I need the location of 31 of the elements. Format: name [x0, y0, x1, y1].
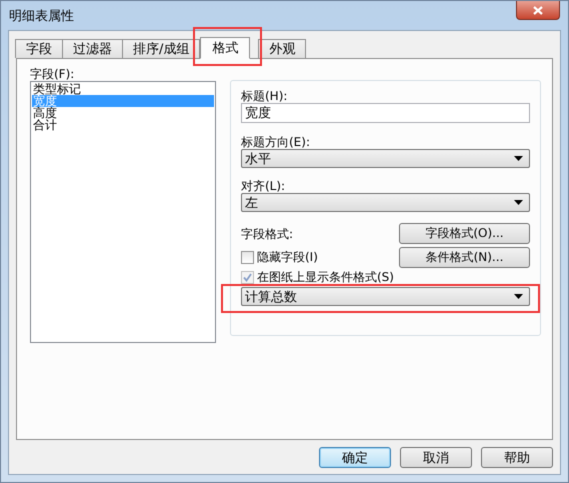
list-item[interactable]: 高度 — [32, 107, 214, 119]
heading-field[interactable]: 宽度 — [241, 103, 530, 123]
dropdown-arrow-icon — [514, 156, 523, 161]
tab[interactable]: 排序/成组 — [122, 39, 200, 58]
checkbox[interactable] — [241, 251, 254, 264]
list-item[interactable]: 合计 — [32, 119, 214, 131]
dropdown-arrow-icon — [514, 200, 523, 205]
list-item[interactable]: 类型标记 — [32, 83, 214, 95]
dialog-button[interactable]: 帮助 — [481, 447, 553, 468]
conditional-format-button[interactable]: 条件格式(N)... — [399, 247, 530, 268]
tab[interactable]: 字段 — [15, 39, 63, 58]
heading-orientation-label: 标题方向(E): — [241, 135, 311, 149]
tab[interactable]: 外观 — [258, 39, 306, 58]
heading-orientation-dropdown[interactable]: 水平 — [241, 149, 530, 168]
fields-label: 字段(F): — [30, 67, 76, 81]
close-icon — [533, 6, 543, 14]
dialog-button[interactable]: 确定 — [319, 447, 391, 468]
checkbox-label: 隐藏字段(I) — [257, 249, 318, 266]
alignment-label: 对齐(L): — [241, 179, 286, 193]
window-title: 明细表属性 — [9, 8, 74, 25]
close-button[interactable] — [516, 1, 560, 20]
dropdown-arrow-icon — [514, 294, 523, 299]
field-format-button[interactable]: 字段格式(O)... — [399, 223, 530, 244]
alignment-dropdown[interactable]: 左 — [241, 193, 530, 212]
tab[interactable]: 过滤器 — [62, 39, 123, 58]
totals-dropdown[interactable]: 计算总数 — [241, 287, 530, 306]
heading-label: 标题(H): — [241, 89, 288, 103]
field-format-label: 字段格式: — [241, 226, 294, 240]
tab[interactable]: 格式 — [200, 37, 250, 59]
checkbox-label: 在图纸上显示条件格式(S) — [257, 269, 394, 286]
dialog-button[interactable]: 取消 — [400, 447, 472, 468]
